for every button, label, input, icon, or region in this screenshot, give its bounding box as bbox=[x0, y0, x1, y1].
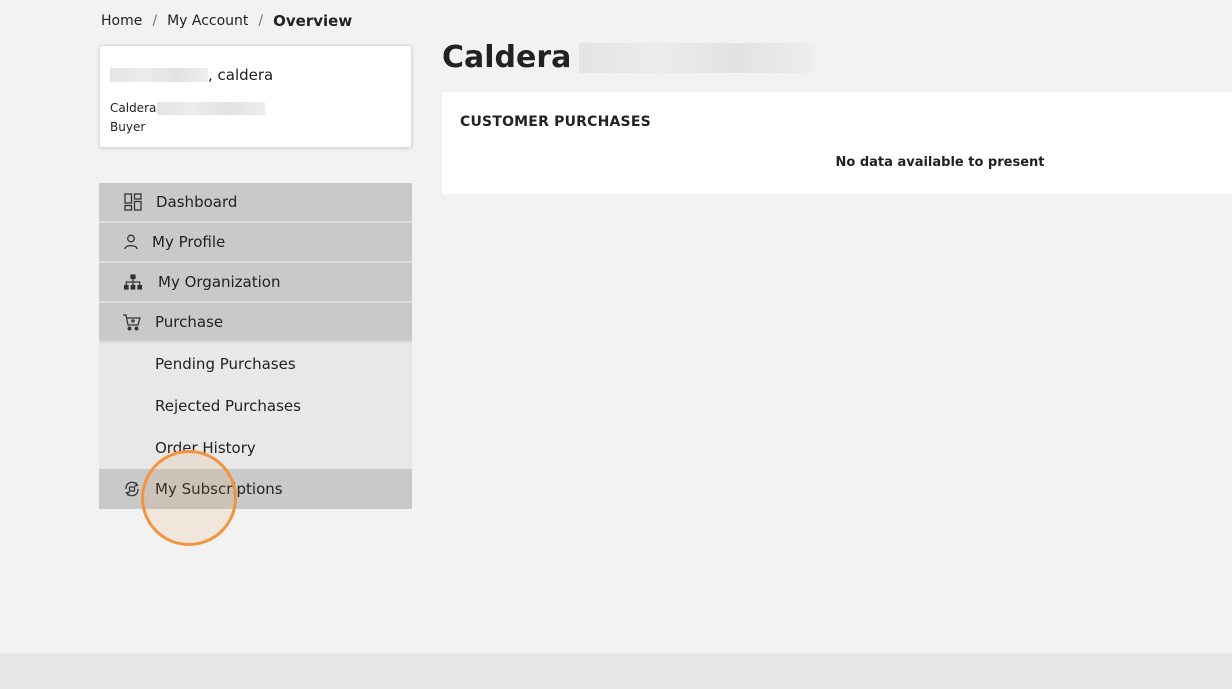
sidebar-subitem-rejected-purchases[interactable]: Rejected Purchases bbox=[99, 385, 412, 427]
breadcrumb-separator: / bbox=[152, 13, 158, 29]
breadcrumb-separator: / bbox=[258, 13, 264, 29]
sidebar-item-label: My Subscriptions bbox=[155, 480, 283, 498]
redacted-title-suffix bbox=[579, 42, 816, 73]
account-sidebar: Dashboard My Profile My Organization Pur… bbox=[99, 183, 412, 509]
sidebar-item-dashboard[interactable]: Dashboard bbox=[99, 183, 412, 223]
sidebar-item-label: Purchase bbox=[155, 313, 224, 331]
sidebar-item-purchase[interactable]: Purchase bbox=[99, 303, 412, 343]
subscription-icon bbox=[122, 479, 142, 499]
dashboard-icon bbox=[123, 192, 143, 212]
org-chart-icon bbox=[123, 272, 143, 292]
sidebar-item-my-profile[interactable]: My Profile bbox=[99, 223, 412, 263]
empty-state-message: No data available to present bbox=[835, 155, 1045, 170]
empty-state: No data available to present bbox=[442, 155, 1232, 170]
user-company-prefix: Caldera bbox=[110, 101, 157, 115]
shopping-cart-icon bbox=[122, 312, 142, 332]
breadcrumb: Home / My Account / Overview bbox=[101, 12, 352, 30]
sidebar-item-label: My Profile bbox=[152, 233, 226, 251]
breadcrumb-my-account-link[interactable]: My Account bbox=[167, 13, 248, 29]
user-role: Buyer bbox=[110, 120, 146, 134]
customer-purchases-panel: CUSTOMER PURCHASES No data available to … bbox=[442, 92, 1232, 194]
sidebar-subitem-pending-purchases[interactable]: Pending Purchases bbox=[99, 343, 412, 385]
sidebar-item-label: My Organization bbox=[158, 273, 281, 291]
purchase-submenu: Pending Purchases Rejected Purchases Ord… bbox=[99, 343, 412, 469]
redacted-company-name bbox=[157, 101, 266, 115]
sidebar-item-label: Dashboard bbox=[156, 193, 238, 211]
footer bbox=[0, 653, 1232, 689]
panel-title: CUSTOMER PURCHASES bbox=[460, 114, 651, 130]
breadcrumb-home-link[interactable]: Home bbox=[101, 13, 142, 29]
user-company: Caldera bbox=[110, 101, 266, 115]
user-name-suffix: , caldera bbox=[208, 66, 274, 84]
sidebar-subitem-order-history[interactable]: Order History bbox=[99, 427, 412, 469]
sidebar-item-my-subscriptions[interactable]: My Subscriptions bbox=[99, 469, 412, 509]
user-icon bbox=[121, 232, 141, 252]
user-card: , caldera Caldera Buyer bbox=[99, 45, 412, 148]
page-title-text: Caldera bbox=[442, 40, 572, 75]
redacted-first-name bbox=[110, 68, 208, 82]
breadcrumb-current: Overview bbox=[273, 12, 353, 30]
sidebar-item-my-organization[interactable]: My Organization bbox=[99, 263, 412, 303]
page-title: Caldera bbox=[442, 40, 816, 75]
user-name: , caldera bbox=[110, 66, 273, 84]
